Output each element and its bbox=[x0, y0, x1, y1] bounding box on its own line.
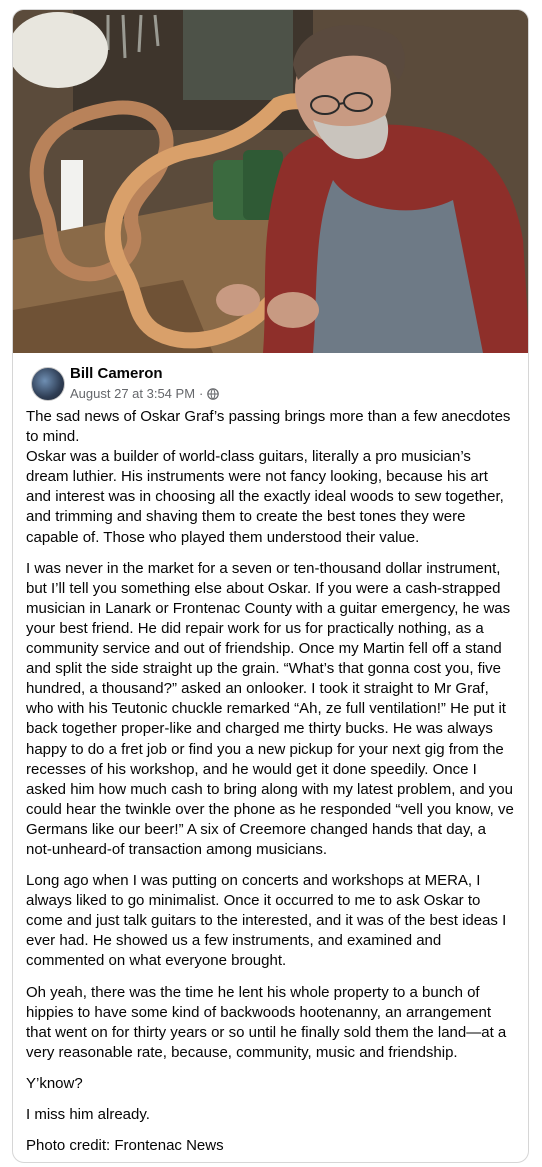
post-paragraph-3: Long ago when I was putting on concerts … bbox=[26, 872, 507, 970]
post-photo[interactable] bbox=[13, 10, 528, 353]
post-header: Bill Cameron August 27 at 3:54 PM · bbox=[13, 353, 528, 403]
post-paragraph-5: Y’know? bbox=[26, 1074, 83, 1092]
post-meta: August 27 at 3:54 PM · bbox=[70, 386, 220, 401]
post-paragraph-4: Oh yeah, there was the time he lent his … bbox=[26, 983, 507, 1061]
post-paragraph-6: I miss him already. bbox=[26, 1106, 150, 1123]
post-paragraph-2: I was never in the market for a seven or… bbox=[26, 559, 514, 858]
post-paragraph-1: The sad news of Oskar Graf’s passing bri… bbox=[26, 408, 511, 546]
photo-illustration bbox=[13, 10, 528, 353]
post-paragraph-7: Photo credit: Frontenac News bbox=[26, 1137, 224, 1155]
post-text: The sad news of Oskar Graf’s passing bri… bbox=[13, 403, 528, 1156]
globe-icon[interactable] bbox=[207, 387, 220, 400]
avatar[interactable] bbox=[31, 367, 65, 401]
post-timestamp[interactable]: August 27 at 3:54 PM bbox=[70, 386, 195, 401]
meta-separator: · bbox=[199, 386, 204, 401]
post-card: Bill Cameron August 27 at 3:54 PM · The … bbox=[12, 9, 529, 1163]
author-name[interactable]: Bill Cameron bbox=[70, 365, 163, 382]
